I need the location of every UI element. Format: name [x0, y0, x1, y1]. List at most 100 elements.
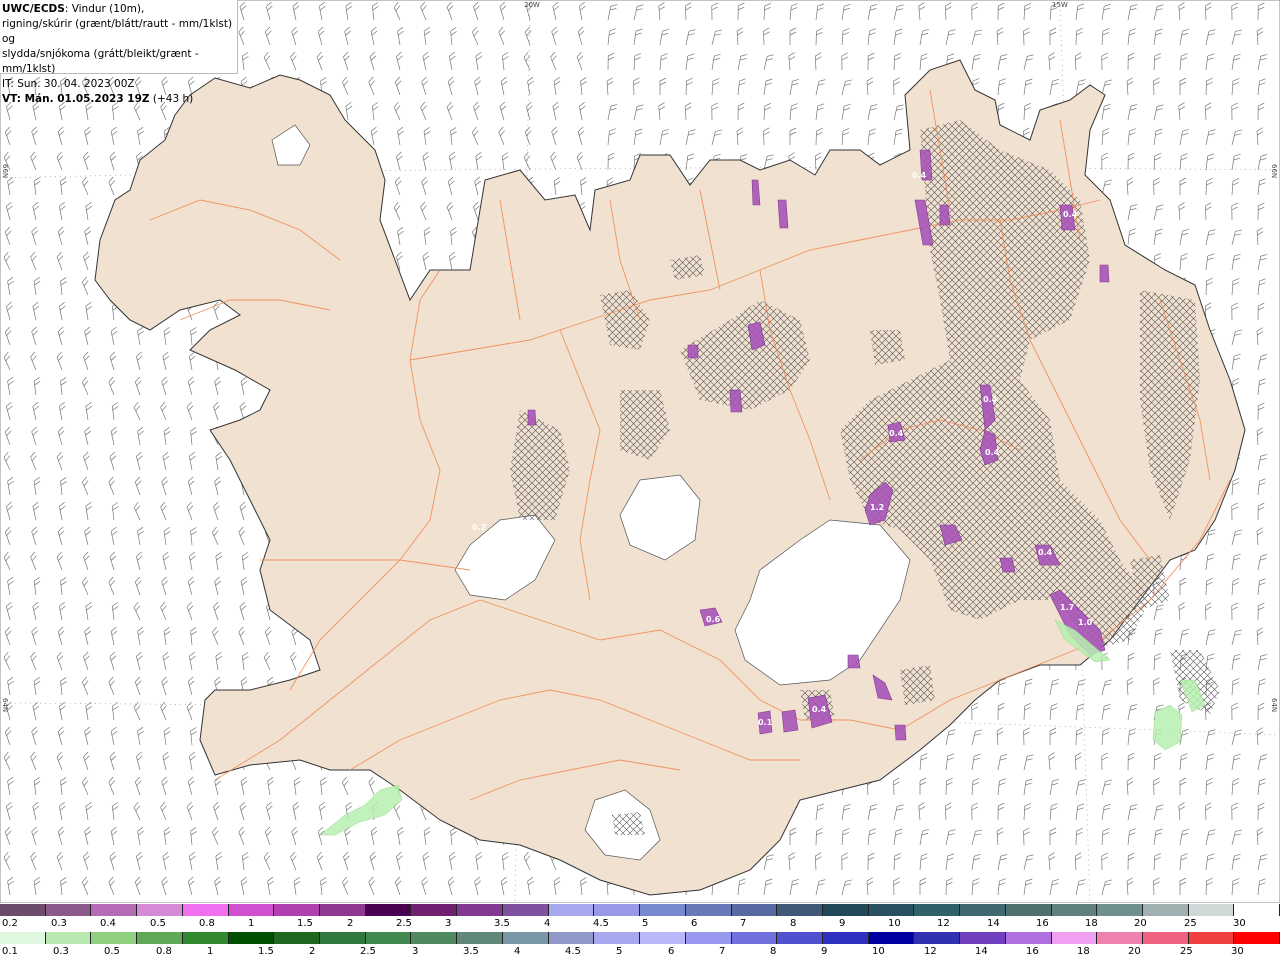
scale-swatch: [411, 904, 458, 916]
scale-label: 9: [839, 918, 846, 929]
scale-swatch: [365, 932, 412, 944]
scale-label: 12: [937, 918, 950, 929]
scale-swatch: [822, 904, 869, 916]
model-name: UWC/ECDS: [2, 3, 65, 15]
initial-time: IT: Sun. 30. 04. 2023 00Z: [2, 78, 135, 90]
scale-label: 2.5: [396, 918, 412, 929]
scale-label: 5: [642, 918, 649, 929]
scale-swatch: [182, 932, 229, 944]
scale-swatch: [594, 904, 641, 916]
scale-swatch: [1142, 932, 1189, 944]
scale-swatch: [1188, 932, 1235, 944]
scale-swatch: [868, 904, 915, 916]
scale-swatch: [1097, 904, 1143, 916]
rain-scale-labels: 0.1 0.3 0.5 0.8 1 1.5 2 2.5 3 3.5 4 4.5 5 6 7 8 9 10 12 14 1…: [0, 946, 1280, 958]
scale-label: 4: [544, 918, 551, 929]
forecast-map: 1.2 0.4 0.4 0.4 0.4 1.7 1.0 0.4 0.4 0.2 …: [0, 0, 1280, 903]
scale-swatch: [914, 932, 961, 944]
lon-15w-label: 15W: [1052, 1, 1068, 9]
scale-label: 30: [1233, 918, 1246, 929]
scale-swatch: [411, 932, 458, 944]
forecast-offset: (+43 h): [149, 93, 194, 105]
scale-label: 0.2: [2, 918, 18, 929]
scale-label: 14: [975, 946, 988, 957]
scale-swatch: [457, 904, 503, 916]
snow-scale-labels: 0.2 0.3 0.4 0.5 0.8 1 1.5 2 2.5 3 3.5 4 4.5 5 6 7 8 9 10 12…: [0, 918, 1280, 930]
scale-label: 18: [1085, 918, 1098, 929]
scale-swatch: [914, 904, 961, 916]
scale-swatch: [822, 932, 869, 944]
precip-value: 1.2: [870, 503, 884, 512]
lon-20w-label: 20W: [524, 1, 540, 9]
map-info-box: UWC/ECDS: Vindur (10m), rigning/skúrir (…: [0, 0, 238, 105]
scale-label: 7: [719, 946, 726, 957]
scale-label: 2: [347, 918, 354, 929]
lat-66n-right-label: 66N: [1270, 164, 1278, 179]
scale-swatch: [777, 904, 823, 916]
scale-label: 30: [1231, 946, 1244, 957]
scale-swatch: [137, 932, 183, 944]
lat-64n-left-label: 64N: [1, 698, 9, 713]
precip-value: 0.4: [889, 429, 904, 438]
precip-value: 1.0: [1078, 618, 1093, 627]
scale-swatch: [228, 932, 275, 944]
scale-label: 10: [888, 918, 901, 929]
precip-value: 0.4: [983, 395, 998, 404]
precip-value: 0.4: [812, 705, 827, 714]
scale-label: 6: [691, 918, 698, 929]
scale-swatch: [0, 932, 46, 944]
lat-64n-right-label: 64N: [1270, 698, 1278, 713]
scale-swatch: [1005, 904, 1052, 916]
scale-label: 12: [924, 946, 937, 957]
scale-label: 4: [514, 946, 521, 957]
scale-label: 0.8: [199, 918, 215, 929]
scale-label: 3.5: [463, 946, 479, 957]
valid-time: VT: Mán. 01.05.2023 19Z: [2, 93, 150, 105]
scale-label: 25: [1180, 946, 1193, 957]
precip-value: 0.2: [472, 523, 486, 532]
scale-label: 0.5: [150, 918, 166, 929]
scale-swatch: [868, 932, 915, 944]
scale-swatch: [548, 904, 595, 916]
scale-swatch: [1051, 932, 1098, 944]
precip-value: 0.4: [1063, 210, 1078, 219]
scale-swatch: [274, 932, 321, 944]
scale-label: 1.5: [258, 946, 274, 957]
scale-label: 4.5: [593, 918, 609, 929]
precip-value: 0.1: [758, 718, 773, 727]
scale-swatch: [777, 932, 823, 944]
scale-label: 0.4: [100, 918, 116, 929]
rain-color-scale: [0, 932, 1280, 944]
scale-swatch: [1234, 904, 1280, 916]
scale-label: 3: [445, 918, 452, 929]
scale-swatch: [457, 932, 503, 944]
scale-label: 1: [248, 918, 255, 929]
scale-label: 20: [1134, 918, 1147, 929]
scale-swatch: [731, 932, 778, 944]
scale-label: 0.1: [2, 946, 18, 957]
scale-swatch: [548, 932, 595, 944]
scale-label: 0.3: [51, 918, 67, 929]
scale-label: 8: [790, 918, 797, 929]
scale-label: 5: [616, 946, 623, 957]
scale-label: 0.3: [53, 946, 69, 957]
precip-value: 0.4: [912, 171, 927, 180]
scale-label: 10: [872, 946, 885, 957]
scale-label: 3.5: [494, 918, 510, 929]
scale-swatch: [182, 904, 229, 916]
info-line-2: rigning/skúrir (grænt/blátt/rautt - mm/1…: [2, 18, 233, 45]
scale-label: 2.5: [360, 946, 376, 957]
scale-swatch: [228, 904, 275, 916]
scale-swatch: [91, 904, 138, 916]
scale-swatch: [640, 932, 686, 944]
precip-value: 1.7: [1060, 603, 1074, 612]
scale-swatch: [502, 932, 549, 944]
scale-swatch: [45, 904, 92, 916]
scale-label: 4.5: [565, 946, 581, 957]
scale-swatch: [45, 932, 92, 944]
scale-swatch: [640, 904, 686, 916]
scale-swatch: [685, 932, 732, 944]
scale-label: 8: [770, 946, 777, 957]
scale-swatch: [594, 932, 641, 944]
scale-swatch: [960, 904, 1006, 916]
